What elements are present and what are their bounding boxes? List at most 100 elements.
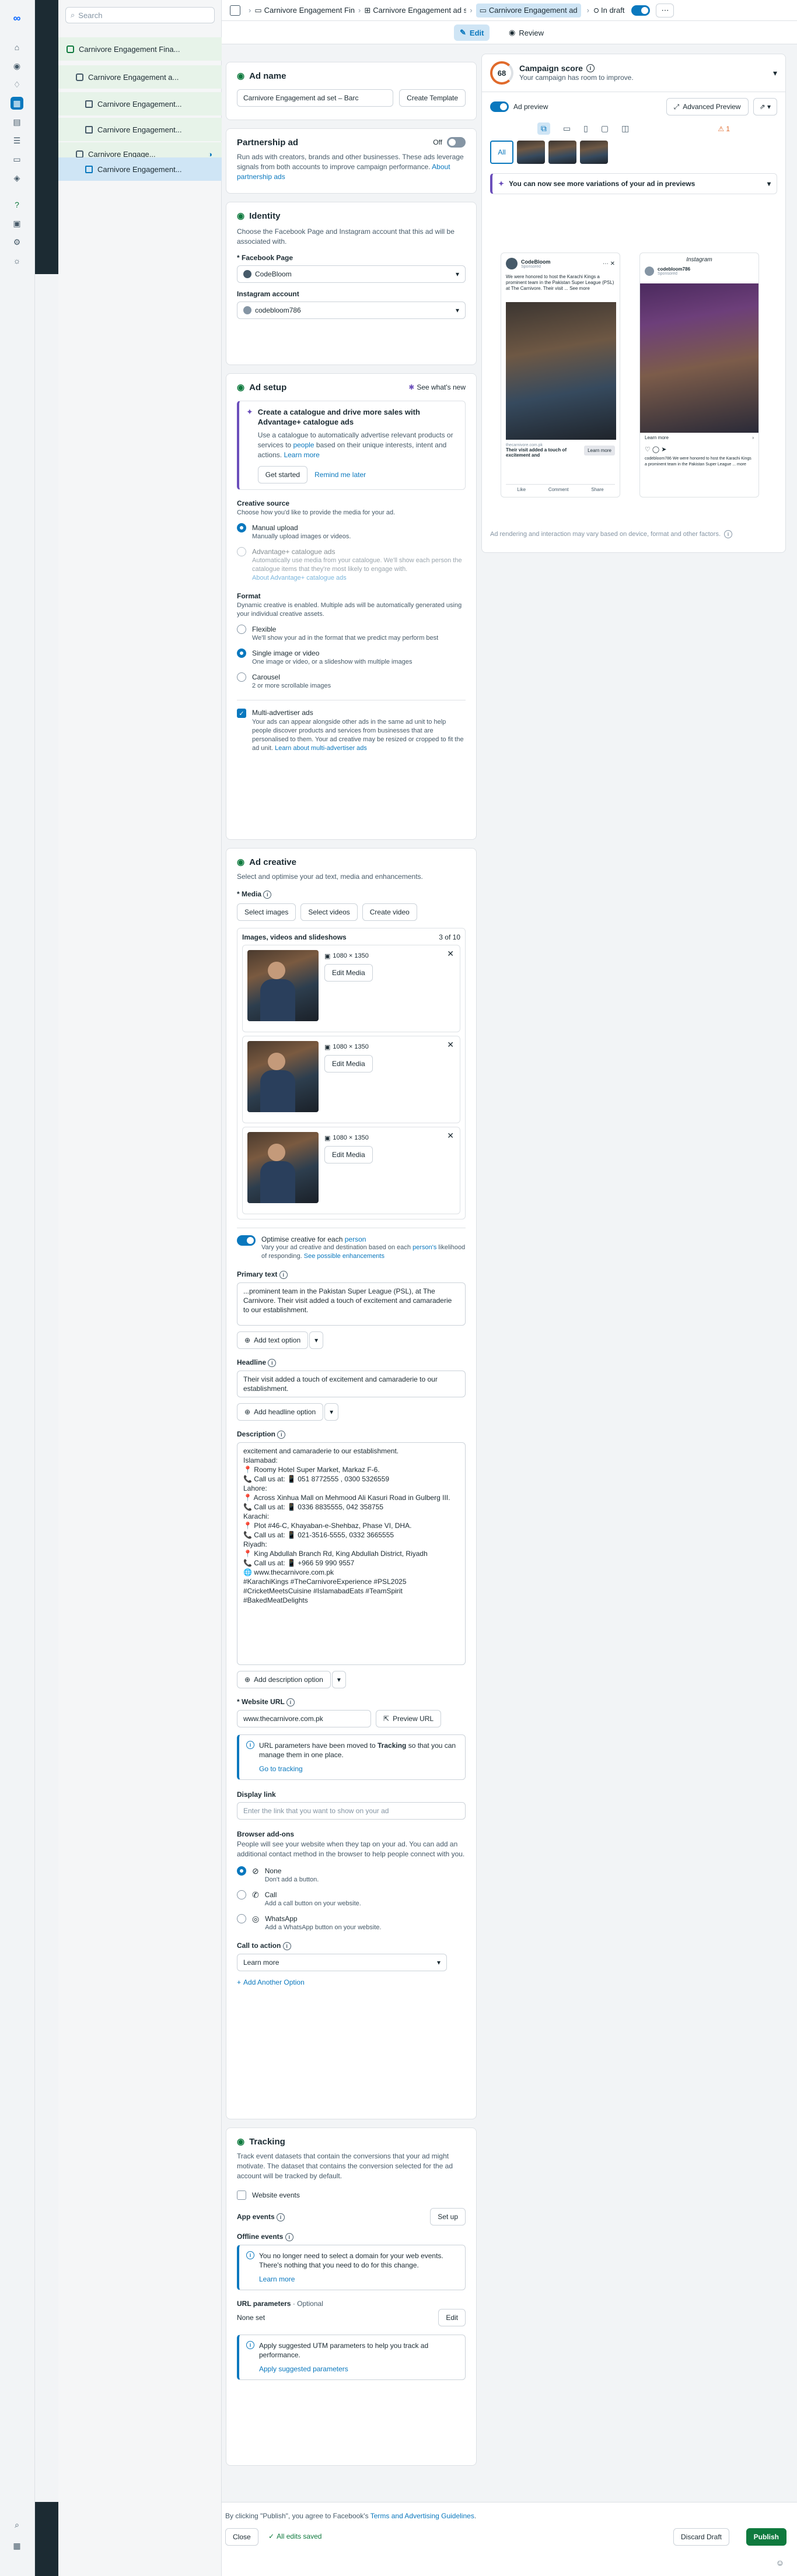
preview-tab-all[interactable]: All (490, 141, 513, 164)
search-input[interactable]: ⌕ Search (65, 7, 215, 23)
warning-badge[interactable]: ⚠ 1 (718, 125, 730, 133)
events-icon[interactable]: ◈ (11, 171, 23, 184)
go-to-tracking-link[interactable]: Go to tracking (259, 1764, 458, 1774)
breadcrumb-adset[interactable]: Carnivore Engagement ad s (373, 6, 466, 15)
preview-thumbnail[interactable] (580, 141, 608, 164)
close-icon[interactable]: ✕ (447, 1131, 454, 1141)
browser-call-option[interactable]: ✆ Call Add a call button on your website. (237, 1890, 466, 1908)
settings-icon[interactable]: ⚙ (11, 236, 23, 248)
reports-icon[interactable]: ▤ (11, 115, 23, 128)
radio-manual[interactable] (237, 523, 246, 532)
multi-advertiser-option[interactable]: ✓ Multi-advertiser ads Your ads can appe… (237, 700, 466, 753)
manual-upload-option[interactable]: Manual upload Manually upload images or v… (237, 523, 466, 541)
add-text-option-button[interactable]: ⊕ Add text option (237, 1331, 309, 1349)
add-description-option-button[interactable]: ⊕ Add description option (237, 1671, 331, 1688)
radio-carousel[interactable] (237, 672, 246, 682)
radio-flexible[interactable] (237, 625, 246, 634)
media-thumbnail[interactable] (247, 1132, 319, 1203)
cta-select[interactable]: Learn more ▾ (237, 1954, 447, 1971)
apps-icon[interactable]: ▣ (11, 217, 23, 230)
preview-url-button[interactable]: ⇱ Preview URL (376, 1710, 442, 1727)
placement-all-icon[interactable]: ⧉ (537, 122, 550, 135)
tree-item-ad[interactable]: Carnivore Engagement... (58, 92, 222, 115)
notifications-icon[interactable]: ♢ (11, 78, 23, 91)
share-preview-button[interactable]: ⇗ ▾ (753, 98, 777, 115)
discard-draft-button[interactable]: Discard Draft (673, 2528, 729, 2546)
placement-column-icon[interactable]: ◫ (621, 124, 629, 134)
edit-media-button[interactable]: Edit Media (324, 1055, 373, 1073)
radio-none[interactable] (237, 1866, 246, 1876)
url-params-edit-button[interactable]: Edit (438, 2309, 466, 2326)
radio-whatsapp[interactable] (237, 1914, 246, 1923)
create-template-button[interactable]: Create Template (399, 89, 466, 107)
radio-single[interactable] (237, 649, 246, 658)
placement-feed-icon[interactable]: ▭ (563, 124, 571, 134)
select-images-button[interactable]: Select images (237, 903, 296, 921)
get-started-button[interactable]: Get started (257, 466, 308, 483)
headline-option-dropdown[interactable]: ▾ (324, 1403, 339, 1421)
more-button[interactable]: ⋯ (656, 3, 674, 17)
tree-item-campaign[interactable]: Carnivore Engagement Fina... (58, 37, 222, 61)
breadcrumb-ad[interactable]: ▭ Carnivore Engagement ad (476, 3, 581, 17)
create-video-button[interactable]: Create video (362, 903, 417, 921)
website-events-option[interactable]: Website events (237, 2191, 466, 2200)
facebook-feed-preview[interactable]: CodeBloom Sponsored ⋯ ✕ We were honored t… (501, 253, 620, 497)
publish-button[interactable]: Publish (746, 2528, 786, 2546)
tab-edit[interactable]: ✎ Edit (454, 24, 490, 41)
website-events-checkbox[interactable] (237, 2191, 246, 2200)
remind-later-link[interactable]: Remind me later (314, 471, 366, 479)
preview-thumbnail[interactable] (548, 141, 576, 164)
description-option-dropdown[interactable]: ▾ (331, 1671, 346, 1688)
chevron-down-icon[interactable]: ▾ (773, 68, 777, 78)
media-thumbnail[interactable] (247, 1041, 319, 1112)
audiences-icon[interactable]: ☰ (11, 134, 23, 147)
text-option-dropdown[interactable]: ▾ (309, 1331, 324, 1349)
apply-parameters-link[interactable]: Apply suggested parameters (259, 2364, 458, 2374)
add-another-option-link[interactable]: + Add Another Option (237, 1978, 466, 1986)
format-flexible-option[interactable]: Flexible We'll show your ad in the format… (237, 625, 466, 643)
partnership-toggle[interactable] (447, 137, 466, 148)
close-icon[interactable]: ✕ (447, 1040, 454, 1050)
feedback-icon[interactable]: ☺ (776, 2558, 784, 2567)
account-icon[interactable]: ◉ (11, 59, 23, 72)
status-toggle[interactable] (631, 5, 651, 16)
tab-review[interactable]: ◉ Review (503, 24, 550, 41)
instagram-feed-preview[interactable]: Instagram codebloom786 Sponsored Learn mo… (639, 253, 759, 497)
add-headline-option-button[interactable]: ⊕ Add headline option (237, 1403, 324, 1421)
browser-whatsapp-option[interactable]: ◎ WhatsApp Add a WhatsApp button on your … (237, 1914, 466, 1932)
website-url-input[interactable]: www.thecarnivore.com.pk (237, 1710, 371, 1727)
variations-banner[interactable]: ✦ You can now see more variations of you… (490, 173, 777, 194)
breadcrumb-campaign[interactable]: Carnivore Engagement Fin (264, 6, 355, 15)
primary-text-input[interactable]: ...prominent team in the Pakistan Super … (237, 1282, 466, 1326)
format-carousel-option[interactable]: Carousel 2 or more scrollable images (237, 672, 466, 691)
radio-call[interactable] (237, 1890, 246, 1899)
preview-thumbnail[interactable] (517, 141, 545, 164)
advanced-preview-button[interactable]: ⤢ Advanced Preview (666, 98, 749, 115)
panel-toggle-icon[interactable] (230, 5, 240, 16)
multi-advertiser-checkbox[interactable]: ✓ (237, 709, 246, 718)
optimise-toggle[interactable] (237, 1235, 256, 1246)
whats-new-link[interactable]: ✱ See what's new (408, 383, 466, 391)
media-thumbnail[interactable] (247, 950, 319, 1021)
learn-more-link[interactable]: Learn more (259, 2274, 458, 2284)
bug-icon[interactable]: ☼ (11, 254, 23, 267)
terms-link[interactable]: Terms and Advertising Guidelines (370, 2512, 474, 2520)
placement-stories-icon[interactable]: ▢ (601, 124, 609, 134)
description-input[interactable]: excitement and camaraderie to our establ… (237, 1442, 466, 1665)
campaigns-icon[interactable]: ▦ (11, 97, 23, 110)
billing-icon[interactable]: ▭ (11, 153, 23, 166)
browser-none-option[interactable]: ⊘ None Don't add a button. (237, 1866, 466, 1884)
meta-logo-icon[interactable]: ∞ (11, 12, 23, 24)
edit-media-button[interactable]: Edit Media (324, 964, 373, 982)
tree-item-ad[interactable]: Carnivore Engagement... (58, 118, 222, 141)
grid-rail-icon[interactable]: ▦ (11, 2539, 23, 2552)
help-icon[interactable]: ? (11, 198, 23, 211)
format-single-option[interactable]: Single image or video One image or video,… (237, 649, 466, 667)
facebook-page-select[interactable]: CodeBloom ▾ (237, 265, 466, 283)
display-link-input[interactable]: Enter the link that you want to show on … (237, 1802, 466, 1820)
close-icon[interactable]: ✕ (447, 949, 454, 959)
placement-mobile-icon[interactable]: ▯ (583, 124, 588, 134)
search-rail-icon[interactable]: ⌕ (11, 2518, 23, 2531)
tree-item-adset[interactable]: Carnivore Engagement a... (58, 65, 222, 89)
headline-input[interactable]: Their visit added a touch of excitement … (237, 1371, 466, 1397)
